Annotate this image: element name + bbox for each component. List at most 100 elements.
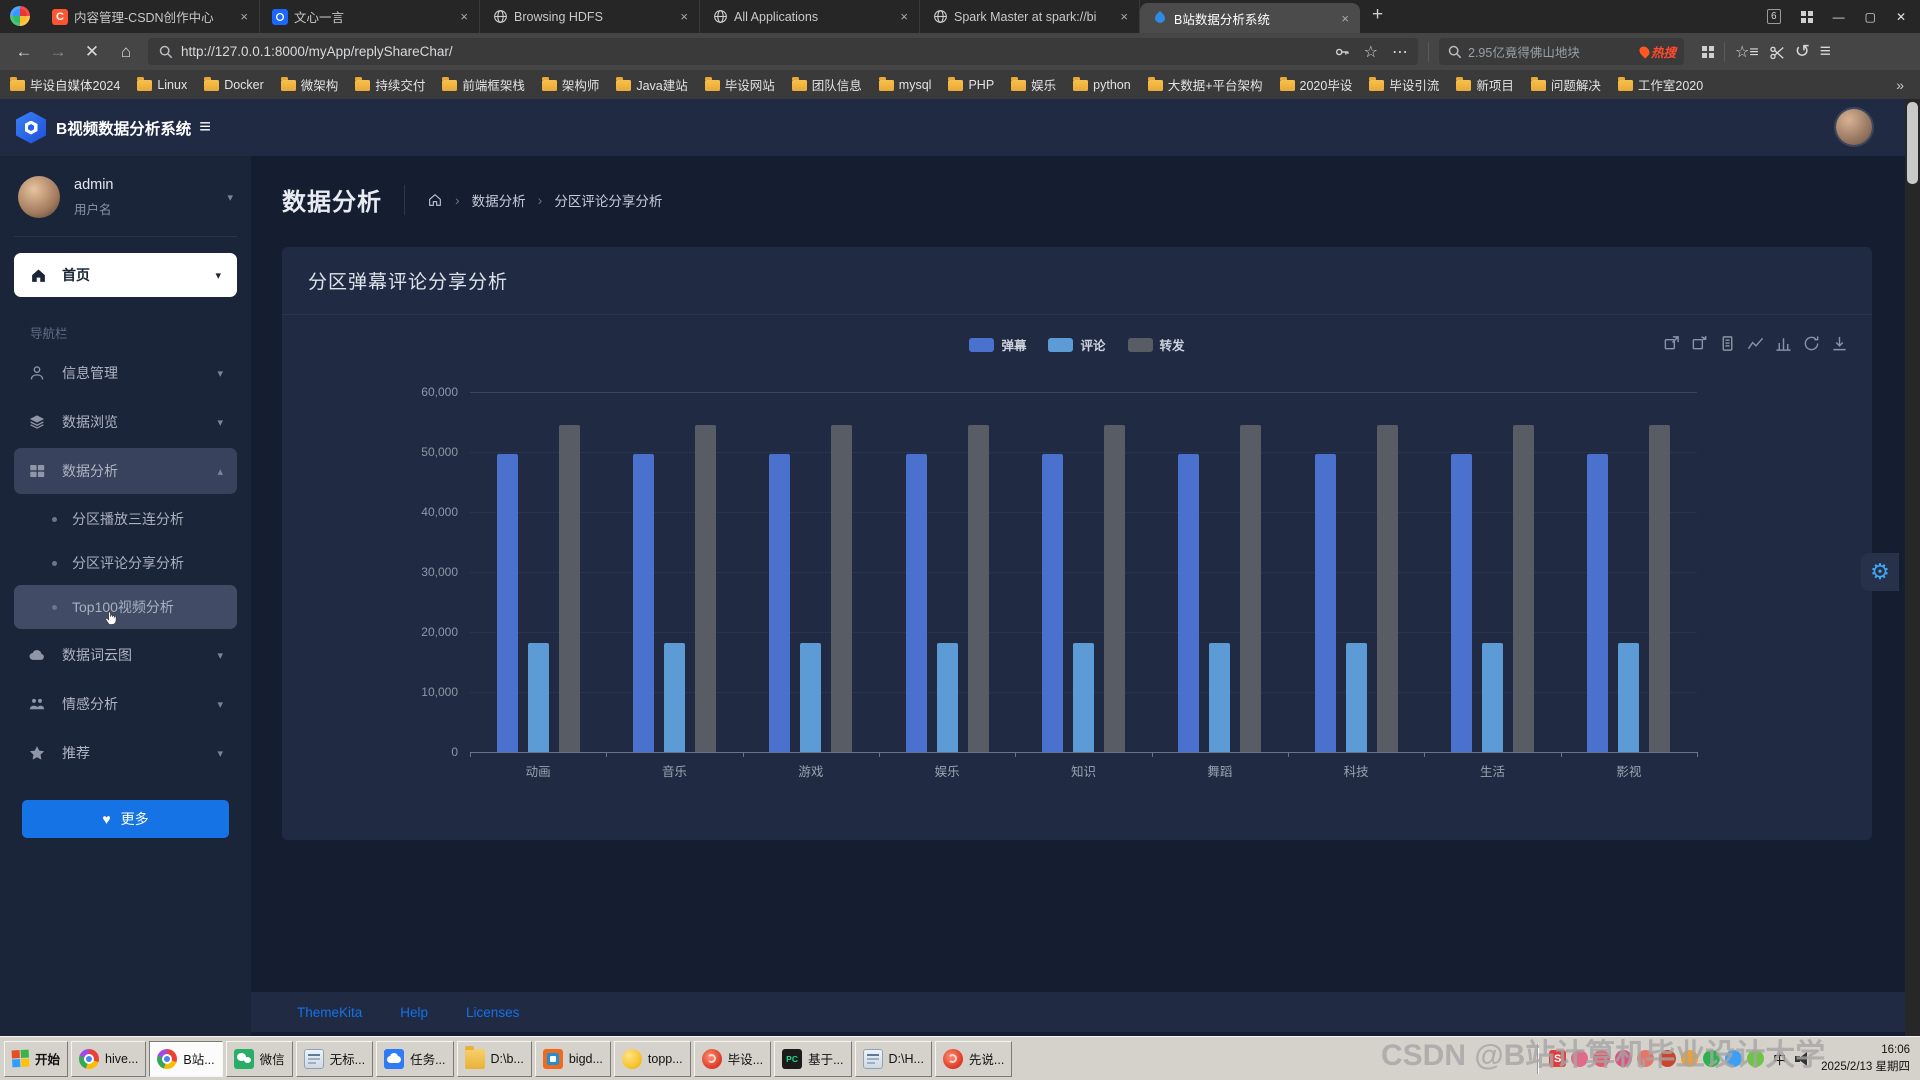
bar-弹幕[interactable]: [1315, 454, 1336, 752]
legend-item[interactable]: 转发: [1128, 335, 1185, 354]
bookmark-item[interactable]: 问题解决: [1531, 75, 1601, 94]
sidebar-subitem[interactable]: Top100视频分析: [14, 585, 237, 629]
start-button[interactable]: 开始: [4, 1041, 68, 1077]
bar-弹幕[interactable]: [769, 454, 790, 752]
tab-close-icon[interactable]: ×: [677, 9, 691, 24]
bookmark-item[interactable]: 毕设网站: [705, 75, 775, 94]
bar-转发[interactable]: [831, 425, 852, 752]
bar-转发[interactable]: [1513, 425, 1534, 752]
tray-icon[interactable]: [1659, 1050, 1676, 1067]
taskbar-button[interactable]: PC基于...: [774, 1041, 851, 1077]
bookmark-item[interactable]: python: [1073, 78, 1131, 92]
taskbar-button[interactable]: bigd...: [535, 1041, 611, 1077]
bookmark-item[interactable]: 2020毕设: [1280, 75, 1353, 94]
breadcrumb-home-icon[interactable]: [427, 192, 443, 208]
bar-评论[interactable]: [664, 643, 685, 752]
back-button[interactable]: ←: [12, 42, 36, 62]
footer-link-licenses[interactable]: Licenses: [466, 1005, 519, 1020]
taskbar-button[interactable]: 微信: [226, 1041, 293, 1077]
legend-item[interactable]: 评论: [1048, 335, 1105, 354]
tab-close-icon[interactable]: ×: [897, 9, 911, 24]
legend-item[interactable]: 弹幕: [969, 335, 1026, 354]
taskbar-button[interactable]: 任务...: [376, 1041, 453, 1077]
address-bar[interactable]: http://127.0.0.1:8000/myApp/replyShareCh…: [148, 38, 1418, 65]
bookmark-star-icon[interactable]: ☆: [1364, 42, 1378, 62]
tab-close-icon[interactable]: ×: [237, 9, 251, 24]
sidebar-item[interactable]: 数据分析▴: [14, 448, 237, 494]
tray-icon[interactable]: [1747, 1050, 1764, 1067]
sidebar-subitem[interactable]: 分区评论分享分析: [14, 541, 237, 585]
browser-tab[interactable]: Browsing HDFS×: [480, 0, 700, 33]
sidebar-item[interactable]: 推荐▾: [14, 730, 237, 776]
tray-icon[interactable]: [1703, 1050, 1720, 1067]
taskbar-button[interactable]: 无标...: [296, 1041, 373, 1077]
bookmark-item[interactable]: 持续交付: [355, 75, 425, 94]
bar-转发[interactable]: [968, 425, 989, 752]
taskbar-button[interactable]: D:\b...: [457, 1041, 532, 1077]
browser-tab[interactable]: C内容管理-CSDN创作中心×: [40, 0, 260, 33]
tray-icon[interactable]: [1571, 1050, 1588, 1067]
close-button[interactable]: ✕: [1896, 10, 1906, 24]
footer-link-help[interactable]: Help: [400, 1005, 428, 1020]
bookmark-item[interactable]: Java建站: [616, 75, 687, 94]
bookmark-item[interactable]: PHP: [948, 78, 994, 92]
sidebar-item[interactable]: 信息管理▾: [14, 350, 237, 396]
footer-link-themekita[interactable]: ThemeKita: [297, 1005, 362, 1020]
menu-icon[interactable]: ≡: [1820, 41, 1831, 63]
reset-icon[interactable]: [1691, 335, 1708, 352]
sidebar-item[interactable]: 数据词云图▾: [14, 632, 237, 678]
breadcrumb-item[interactable]: 分区评论分享分析: [554, 190, 662, 210]
browser-tab[interactable]: All Applications×: [700, 0, 920, 33]
tray-icon[interactable]: [1593, 1050, 1610, 1067]
bookmark-item[interactable]: 新项目: [1456, 75, 1514, 94]
url-text[interactable]: http://127.0.0.1:8000/myApp/replyShareCh…: [181, 44, 1326, 59]
bar-评论[interactable]: [1346, 643, 1367, 752]
hot-search-text[interactable]: 2.95亿竟得佛山地块: [1468, 42, 1634, 61]
bar-弹幕[interactable]: [633, 454, 654, 752]
bar-转发[interactable]: [559, 425, 580, 752]
header-avatar[interactable]: [1836, 109, 1872, 145]
taskbar-button[interactable]: 先说...: [935, 1041, 1012, 1077]
zoom-select-icon[interactable]: [1663, 335, 1680, 352]
input-method-indicator[interactable]: 中: [1770, 1049, 1789, 1068]
bar-转发[interactable]: [695, 425, 716, 752]
tray-icon[interactable]: [1725, 1050, 1742, 1067]
minimize-button[interactable]: —: [1833, 10, 1845, 24]
bookmark-item[interactable]: 前端框架栈: [442, 75, 525, 94]
user-card[interactable]: admin 用户名 ▾: [0, 156, 251, 234]
bar-转发[interactable]: [1240, 425, 1261, 752]
bookmark-item[interactable]: 娱乐: [1011, 75, 1056, 94]
tray-icon[interactable]: [1681, 1050, 1698, 1067]
bar-弹幕[interactable]: [1042, 454, 1063, 752]
taskbar-button[interactable]: 毕设...: [694, 1041, 771, 1077]
tab-close-icon[interactable]: ×: [457, 9, 471, 24]
undo-sync-icon[interactable]: ↺: [1795, 41, 1810, 62]
bookmark-item[interactable]: 毕设自媒体2024: [10, 75, 120, 94]
window-manager-icon[interactable]: [1801, 11, 1813, 23]
bookmark-item[interactable]: Linux: [137, 78, 187, 92]
bar-评论[interactable]: [1482, 643, 1503, 752]
browser-tab[interactable]: Spark Master at spark://bi×: [920, 0, 1140, 33]
forward-button[interactable]: →: [46, 42, 70, 62]
browser-tab[interactable]: 文心一言×: [260, 0, 480, 33]
bar-转发[interactable]: [1104, 425, 1125, 752]
sidebar-item[interactable]: 情感分析▾: [14, 681, 237, 727]
bookmark-item[interactable]: 大数据+平台架构: [1148, 75, 1263, 94]
bar-转发[interactable]: [1649, 425, 1670, 752]
bar-评论[interactable]: [800, 643, 821, 752]
tray-icon[interactable]: [1637, 1050, 1654, 1067]
more-options-icon[interactable]: ⋯: [1392, 42, 1408, 62]
speaker-icon[interactable]: [1795, 1052, 1811, 1066]
tab-count-badge[interactable]: 6: [1767, 9, 1781, 24]
bar-弹幕[interactable]: [906, 454, 927, 752]
tray-icon[interactable]: S: [1549, 1050, 1566, 1067]
browser-tab[interactable]: B站数据分析系统×: [1140, 3, 1360, 33]
home-button[interactable]: ⌂: [114, 42, 138, 62]
bar-弹幕[interactable]: [1451, 454, 1472, 752]
hot-search-badge[interactable]: 热搜: [1640, 42, 1676, 61]
bookmark-item[interactable]: 架构师: [542, 75, 600, 94]
taskbar-button[interactable]: topp...: [614, 1041, 691, 1077]
sidebar-item[interactable]: 数据浏览▾: [14, 399, 237, 445]
bookmark-item[interactable]: Docker: [204, 78, 264, 92]
settings-fab[interactable]: ⚙: [1861, 553, 1899, 591]
